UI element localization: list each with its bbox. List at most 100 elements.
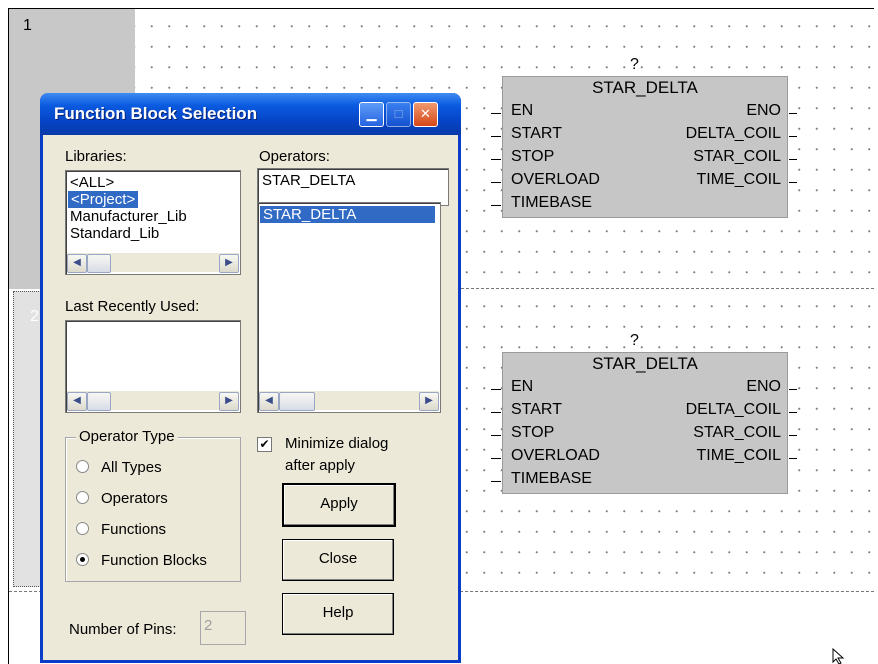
number-of-pins-field: 2	[200, 611, 246, 645]
radio-icon[interactable]	[76, 460, 89, 473]
list-item[interactable]: Manufacturer_Lib	[70, 208, 187, 225]
input-pin: STOP	[511, 148, 555, 165]
scroll-right-icon[interactable]: ▶	[219, 254, 239, 273]
scroll-thumb[interactable]	[279, 392, 315, 411]
instance-name[interactable]: ?	[630, 332, 639, 350]
input-pin: START	[511, 125, 562, 142]
pin-lead	[491, 136, 501, 137]
number-of-pins-label: Number of Pins:	[69, 621, 177, 638]
scroll-thumb[interactable]	[87, 392, 111, 411]
scroll-right-icon[interactable]: ▶	[219, 392, 239, 411]
help-button[interactable]: Help	[282, 593, 394, 635]
input-pin: EN	[511, 102, 534, 119]
input-pin: OVERLOAD	[511, 447, 600, 464]
maximize-icon[interactable]: □	[386, 102, 411, 127]
radio-functions[interactable]: Functions	[76, 521, 166, 538]
pin-lead	[789, 113, 797, 114]
rung-number: 2	[30, 308, 39, 325]
pin-lead	[491, 481, 501, 482]
radio-label: All Types	[101, 459, 162, 476]
output-pin: ENO	[746, 378, 781, 395]
output-pin: DELTA_COIL	[685, 401, 781, 418]
apply-button[interactable]: Apply	[282, 483, 396, 527]
minimize-dialog-checkbox[interactable]: ✔ Minimize dialog after apply	[257, 434, 427, 478]
function-block-body[interactable]: STAR_DELTA EN START STOP OVERLOAD TIMEBA…	[491, 352, 797, 494]
radio-all-types[interactable]: All Types	[76, 459, 162, 476]
scroll-left-icon[interactable]: ◀	[67, 392, 87, 411]
output-pin: DELTA_COIL	[685, 125, 781, 142]
list-item[interactable]: Standard_Lib	[70, 225, 159, 242]
operators-label: Operators:	[259, 148, 330, 165]
checkbox-checked-icon[interactable]: ✔	[257, 437, 272, 452]
radio-operators[interactable]: Operators	[76, 490, 168, 507]
horizontal-scrollbar[interactable]: ◀ ▶	[259, 391, 439, 411]
list-item[interactable]: <ALL>	[70, 174, 114, 191]
operators-list[interactable]: STAR_DELTA ◀ ▶	[257, 202, 441, 413]
function-block-type: STAR_DELTA	[592, 354, 698, 373]
scroll-left-icon[interactable]: ◀	[259, 392, 279, 411]
input-pin: EN	[511, 378, 534, 395]
operator-type-group: Operator Type All Types Operators Functi…	[65, 428, 241, 582]
list-item-selected[interactable]: <Project>	[68, 191, 139, 208]
list-item-selected[interactable]: STAR_DELTA	[260, 206, 435, 223]
pin-lead	[789, 136, 797, 137]
last-recently-used-list[interactable]: ◀ ▶	[65, 320, 241, 413]
radio-function-blocks[interactable]: Function Blocks	[76, 552, 207, 569]
output-pin: TIME_COIL	[696, 447, 781, 464]
libraries-label: Libraries:	[65, 148, 127, 165]
operator-filter-input[interactable]: STAR_DELTA	[257, 168, 449, 206]
input-pin: START	[511, 401, 562, 418]
pin-lead	[491, 205, 501, 206]
pin-lead	[491, 389, 501, 390]
checkbox-label: after apply	[285, 457, 356, 474]
pin-lead	[789, 159, 797, 160]
dialog-titlebar[interactable]: Function Block Selection ▁ □ ✕	[40, 93, 461, 135]
input-pin: STOP	[511, 424, 555, 441]
minimize-icon[interactable]: ▁	[359, 102, 384, 127]
output-pin: TIME_COIL	[696, 171, 781, 188]
pin-lead	[491, 113, 501, 114]
input-pin: TIMEBASE	[511, 194, 592, 211]
radio-icon[interactable]	[76, 491, 89, 504]
pin-lead	[789, 182, 797, 183]
last-recently-used-label: Last Recently Used:	[65, 298, 200, 315]
output-pin: ENO	[746, 102, 781, 119]
pin-lead	[491, 435, 501, 436]
operator-type-label: Operator Type	[76, 428, 178, 445]
scroll-left-icon[interactable]: ◀	[67, 254, 87, 273]
rung-number: 1	[23, 17, 32, 34]
function-block-type: STAR_DELTA	[592, 78, 698, 97]
horizontal-scrollbar[interactable]: ◀ ▶	[67, 253, 239, 273]
close-icon[interactable]: ✕	[413, 102, 438, 127]
function-block-selection-dialog[interactable]: Function Block Selection ▁ □ ✕ Libraries…	[40, 93, 461, 663]
function-block-body[interactable]: STAR_DELTA EN START STOP OVERLOAD TIMEBA…	[491, 76, 797, 218]
libraries-list[interactable]: <ALL> <Project> Manufacturer_Lib Standar…	[65, 170, 241, 275]
checkbox-label: Minimize dialog	[285, 435, 389, 452]
close-button[interactable]: Close	[282, 539, 394, 581]
horizontal-scrollbar[interactable]: ◀ ▶	[67, 391, 239, 411]
dialog-title: Function Block Selection	[54, 104, 258, 123]
radio-label: Operators	[101, 490, 168, 507]
output-pin: STAR_COIL	[693, 424, 781, 441]
pin-lead	[789, 389, 797, 390]
pin-lead	[491, 412, 501, 413]
instance-name[interactable]: ?	[630, 56, 639, 74]
scroll-right-icon[interactable]: ▶	[419, 392, 439, 411]
pin-lead	[789, 458, 797, 459]
radio-icon[interactable]	[76, 522, 89, 535]
pin-lead	[491, 159, 501, 160]
radio-selected-icon[interactable]	[76, 553, 89, 566]
pin-lead	[789, 435, 797, 436]
input-pin: OVERLOAD	[511, 171, 600, 188]
output-pin: STAR_COIL	[693, 148, 781, 165]
radio-label: Function Blocks	[101, 552, 207, 569]
function-block[interactable]: ? STAR_DELTA EN START STOP OVERLOAD TIME…	[491, 56, 798, 248]
input-pin: TIMEBASE	[511, 470, 592, 487]
pin-lead	[789, 412, 797, 413]
pin-lead	[491, 458, 501, 459]
mouse-cursor-icon	[832, 648, 845, 664]
pin-lead	[491, 182, 501, 183]
radio-label: Functions	[101, 521, 167, 538]
function-block[interactable]: ? STAR_DELTA EN START STOP OVERLOAD TIME…	[491, 332, 798, 524]
scroll-thumb[interactable]	[87, 254, 111, 273]
